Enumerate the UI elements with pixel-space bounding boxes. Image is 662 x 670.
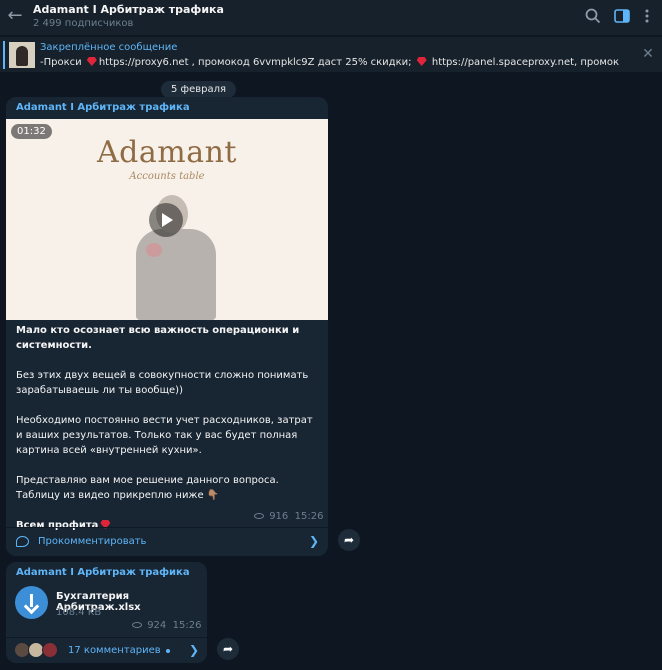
post-paragraph: Необходимо постоянно вести учет расходни… — [16, 415, 313, 456]
comment-label: Прокомментировать — [38, 536, 147, 547]
chat-header: ← Adamant I Арбитраж трафика 2 499 подпи… — [0, 0, 662, 35]
post-meta: 916 15:26 — [254, 511, 323, 522]
views-icon — [132, 622, 142, 628]
share-icon[interactable]: ➦ — [338, 529, 360, 551]
play-icon[interactable] — [149, 203, 183, 237]
view-count: 924 — [147, 620, 167, 631]
gem-icon — [416, 57, 427, 66]
pinned-message[interactable]: Закреплённое сообщение -Прокси https://p… — [0, 36, 662, 72]
back-arrow-icon[interactable]: ← — [4, 6, 26, 28]
video-duration: 01:32 — [11, 124, 52, 139]
pinned-text-prefix: -Прокси — [40, 57, 85, 68]
comments-count: 17 комментариев — [68, 645, 161, 656]
pinned-indicator — [3, 41, 5, 69]
post-text: Мало кто осознает всю важность операцион… — [16, 323, 322, 533]
chevron-right-icon: ❯ — [309, 534, 320, 548]
post-paragraph: Представляю вам мое решение данного вопр… — [16, 475, 279, 501]
date-separator: 5 февраля — [161, 81, 237, 98]
post-author[interactable]: Adamant I Арбитраж трафика — [16, 567, 190, 578]
file-post: Adamant I Арбитраж трафика Бухгалтерия А… — [6, 562, 207, 663]
comment-button[interactable]: Прокомментировать ❯ — [6, 527, 328, 556]
post-time: 15:26 — [172, 620, 202, 631]
more-options-icon[interactable] — [638, 7, 656, 25]
pinned-text-middle: https://proxy6.net , промокод 6vvmpklc9Z… — [98, 57, 415, 68]
post-meta: 924 15:26 — [132, 620, 201, 631]
video-person-image — [124, 179, 224, 320]
view-count: 916 — [269, 511, 289, 522]
file-size: 108.4 KB — [56, 607, 102, 618]
subscriber-count: 2 499 подписчиков — [33, 18, 134, 29]
chevron-right-icon: ❯ — [189, 643, 200, 657]
close-icon[interactable]: ✕ — [641, 47, 655, 61]
post-time: 15:26 — [294, 511, 324, 522]
unread-dot — [166, 649, 170, 653]
channel-title[interactable]: Adamant I Арбитраж трафика — [33, 3, 224, 16]
share-icon[interactable]: ➦ — [217, 638, 239, 660]
comment-icon — [16, 536, 29, 547]
pinned-text: -Прокси https://proxy6.net , промокод 6v… — [40, 57, 620, 68]
pinned-title: Закреплённое сообщение — [40, 42, 178, 53]
gem-icon — [86, 57, 97, 66]
views-icon — [254, 513, 264, 519]
post-author[interactable]: Adamant I Арбитраж трафика — [16, 102, 190, 113]
post-paragraph: Мало кто осознает всю важность операцион… — [16, 325, 300, 351]
channel-post: Adamant I Арбитраж трафика Adamant Accou… — [6, 97, 328, 556]
avatar — [42, 642, 58, 658]
pinned-text-end: https://panel.spaceproxy.net, промок... — [428, 57, 620, 68]
pinned-thumbnail — [9, 42, 35, 68]
download-icon[interactable] — [15, 586, 48, 619]
comments-button[interactable]: 17 комментариев ❯ — [6, 637, 207, 663]
post-paragraph: Без этих двух вещей в совокупности сложн… — [16, 370, 309, 396]
video-preview[interactable]: Adamant Accounts table 01:32 — [6, 119, 328, 320]
sidebar-toggle-icon[interactable] — [613, 7, 631, 25]
search-icon[interactable] — [584, 7, 602, 25]
video-logo-text: Adamant — [97, 135, 237, 170]
